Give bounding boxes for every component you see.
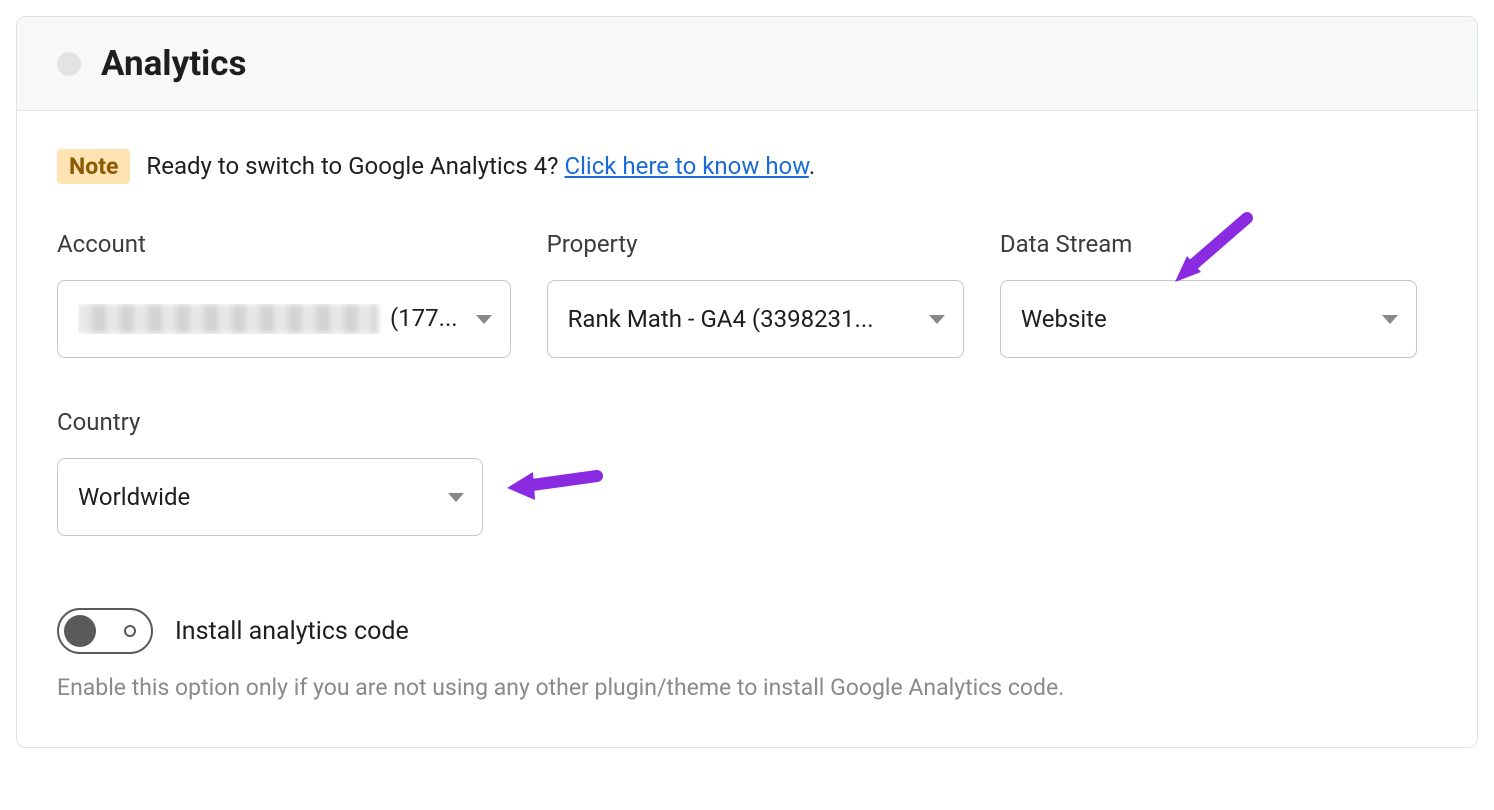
property-select[interactable]: Rank Math - GA4 (3398231... [547, 280, 964, 358]
panel-header: Analytics [17, 17, 1477, 111]
toggle-indicator-icon [124, 625, 136, 637]
toggle-knob-icon [64, 615, 96, 647]
note-badge: Note [57, 149, 130, 184]
toggle-row: Install analytics code [57, 608, 1437, 654]
note-suffix: . [809, 152, 815, 180]
country-field: Country Worldwide [57, 408, 483, 536]
note-link[interactable]: Click here to know how [564, 152, 808, 180]
note-row: Note Ready to switch to Google Analytics… [57, 149, 1437, 184]
country-select[interactable]: Worldwide [57, 458, 483, 536]
data-stream-field: Data Stream Website [1000, 230, 1417, 358]
country-value: Worldwide [78, 483, 430, 511]
chevron-down-icon [448, 493, 464, 503]
property-field: Property Rank Math - GA4 (3398231... [547, 230, 964, 358]
panel-title: Analytics [101, 43, 247, 84]
data-stream-value: Website [1021, 305, 1364, 333]
data-stream-select[interactable]: Website [1000, 280, 1417, 358]
note-text: Ready to switch to Google Analytics 4? [146, 152, 564, 180]
status-dot-icon [57, 52, 81, 76]
chevron-down-icon [1382, 315, 1398, 325]
property-label: Property [547, 230, 964, 258]
form-grid: Account (177... Property Rank Math - GA4… [57, 230, 1417, 358]
analytics-panel: Analytics Note Ready to switch to Google… [16, 16, 1478, 748]
chevron-down-icon [476, 315, 492, 325]
install-analytics-toggle[interactable] [57, 608, 153, 654]
account-select[interactable]: (177... [57, 280, 511, 358]
account-label: Account [57, 230, 511, 258]
toggle-description: Enable this option only if you are not u… [57, 674, 1437, 701]
country-row: Country Worldwide [57, 408, 483, 536]
note-text-wrap: Ready to switch to Google Analytics 4? C… [146, 152, 815, 180]
account-value: (177... [78, 304, 458, 335]
arrow-annotation-icon [497, 456, 607, 506]
property-value: Rank Math - GA4 (3398231... [568, 305, 911, 333]
chevron-down-icon [929, 315, 945, 325]
account-field: Account (177... [57, 230, 511, 358]
blurred-text-icon [78, 304, 378, 334]
account-value-suffix: (177... [384, 304, 458, 332]
country-label: Country [57, 408, 483, 436]
toggle-section: Install analytics code Enable this optio… [57, 608, 1437, 701]
data-stream-label: Data Stream [1000, 230, 1417, 258]
toggle-label: Install analytics code [175, 617, 409, 646]
panel-body: Note Ready to switch to Google Analytics… [17, 111, 1477, 747]
